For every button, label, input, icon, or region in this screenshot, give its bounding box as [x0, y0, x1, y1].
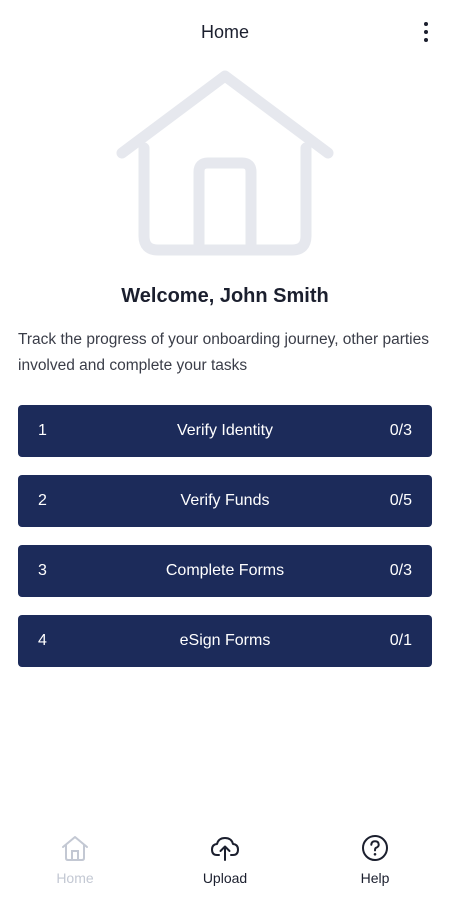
home-icon — [62, 836, 88, 861]
house-icon — [112, 68, 338, 262]
more-options-button[interactable] — [412, 18, 440, 46]
nav-home-tab[interactable]: Home — [20, 822, 130, 900]
step-progress: 0/3 — [389, 422, 412, 439]
step-esign-forms-button[interactable]: 4 eSign Forms 0/1 — [18, 615, 432, 667]
more-vertical-icon — [424, 22, 428, 26]
onboarding-steps: 1 Verify Identity 0/3 2 Verify Funds 0/5… — [18, 405, 432, 685]
step-label: Complete Forms — [165, 562, 285, 579]
nav-upload-tab[interactable]: Upload — [170, 822, 280, 900]
nav-upload-label: Upload — [202, 870, 248, 886]
nav-help-tab[interactable]: Help — [320, 822, 430, 900]
nav-help-label: Help — [360, 870, 390, 886]
step-complete-forms-button[interactable]: 3 Complete Forms 0/3 — [18, 545, 432, 597]
bottom-navigation: Home Upload Help — [0, 822, 450, 900]
step-verify-identity-button[interactable]: 1 Verify Identity 0/3 — [18, 405, 432, 457]
welcome-heading: Welcome, John Smith — [121, 285, 329, 307]
step-progress: 0/1 — [389, 632, 412, 649]
step-verify-funds-button[interactable]: 2 Verify Funds 0/5 — [18, 475, 432, 527]
step-label: Verify Funds — [180, 492, 270, 509]
step-label: eSign Forms — [179, 632, 271, 649]
nav-home-label: Home — [56, 870, 94, 886]
step-progress: 0/5 — [389, 492, 412, 509]
step-label: Verify Identity — [176, 422, 274, 439]
cloud-upload-icon — [211, 837, 239, 861]
welcome-description: Track the progress of your onboarding jo… — [18, 331, 429, 374]
help-circle-icon — [362, 835, 388, 861]
step-progress: 0/3 — [389, 562, 412, 579]
app-header: Home — [0, 0, 450, 64]
page-title: Home — [200, 22, 249, 42]
